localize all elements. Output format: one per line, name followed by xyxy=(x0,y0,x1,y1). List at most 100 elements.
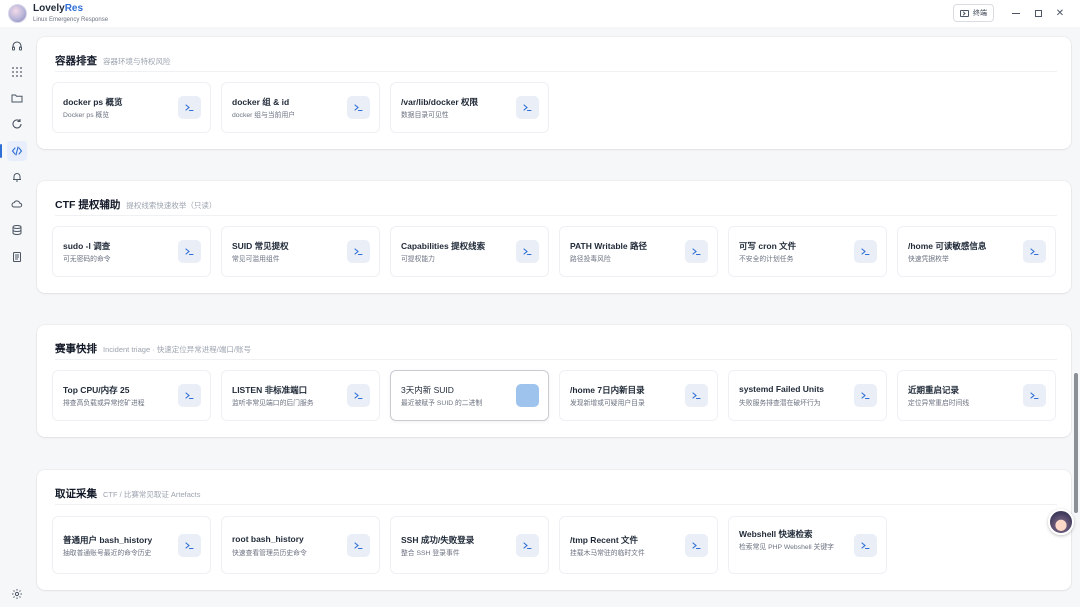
run-button[interactable] xyxy=(1023,240,1046,263)
sidebar-item-settings[interactable] xyxy=(7,584,27,604)
run-button[interactable] xyxy=(516,96,539,119)
card-title: sudo -l 调查 xyxy=(63,241,111,251)
card-listen-ports[interactable]: LISTEN 非标准端口 监听非常见端口的后门服务 xyxy=(221,370,380,421)
card-systemd-failed[interactable]: systemd Failed Units 失败服务排查潜在破坏行为 xyxy=(728,370,887,421)
sidebar-item-apps[interactable] xyxy=(7,62,27,82)
section-title: 取证采集 xyxy=(55,488,97,500)
app-subtitle: Linux Emergency Response xyxy=(33,17,109,23)
section-header: CTF 提权辅助 提权线索快速枚举（只读） xyxy=(55,197,216,212)
card-title: docker ps 概览 xyxy=(63,97,123,107)
terminal-prompt-icon xyxy=(692,248,701,256)
run-button[interactable] xyxy=(685,240,708,263)
card-docker-dir-perm[interactable]: /var/lib/docker 权限 数据目录可见性 xyxy=(390,82,549,133)
card-desc: 整合 SSH 登录事件 xyxy=(401,550,460,557)
card-ssh-logins[interactable]: SSH 成功/失败登录 整合 SSH 登录事件 xyxy=(390,516,549,574)
terminal-prompt-icon xyxy=(354,248,363,256)
card-home-new-dirs[interactable]: /home 7日内新目录 发现新增或可疑用户目录 xyxy=(559,370,718,421)
section-header: 取证采集 CTF / 比赛常见取证 Artefacts xyxy=(55,486,201,501)
section-subtitle: CTF / 比赛常见取证 Artefacts xyxy=(103,490,201,499)
terminal-prompt-icon xyxy=(861,542,870,550)
card-tmp-recent[interactable]: /tmp Recent 文件 挂载木马常驻的临时文件 xyxy=(559,516,718,574)
terminal-icon xyxy=(960,9,969,17)
run-button[interactable] xyxy=(1023,384,1046,407)
card-docker-group[interactable]: docker 组 & id docker 组与当前用户 xyxy=(221,82,380,133)
card-path-writable[interactable]: PATH Writable 路径 路径投毒风险 xyxy=(559,226,718,277)
terminal-prompt-icon xyxy=(185,248,194,256)
card-desc: 排查高负载或异常挖矿进程 xyxy=(63,400,145,407)
sidebar-item-listen[interactable] xyxy=(7,36,27,56)
card-title: Top CPU/内存 25 xyxy=(63,385,130,395)
sidebar-item-logs[interactable] xyxy=(7,247,27,267)
run-button[interactable] xyxy=(347,96,370,119)
terminal-prompt-icon xyxy=(185,542,194,550)
database-icon xyxy=(12,225,22,235)
card-desc: 可提权能力 xyxy=(401,256,435,263)
card-webshell-search[interactable]: Webshell 快速检索 检索常见 PHP Webshell 关键字 xyxy=(728,516,887,574)
card-sudo-l[interactable]: sudo -l 调查 可无密码的命令 xyxy=(52,226,211,277)
card-title: SUID 常见提权 xyxy=(232,241,289,251)
card-title: Capabilities 提权线索 xyxy=(401,241,486,251)
run-button[interactable] xyxy=(178,384,201,407)
run-button[interactable] xyxy=(854,534,877,557)
scrollbar-thumb[interactable] xyxy=(1074,373,1078,513)
card-title: SSH 成功/失败登录 xyxy=(401,535,475,545)
app-name: LovelyRes xyxy=(33,3,83,14)
run-button[interactable] xyxy=(178,240,201,263)
section-subtitle: 容器环境与特权风险 xyxy=(103,57,171,66)
gear-icon xyxy=(12,589,22,599)
run-button[interactable] xyxy=(178,96,201,119)
close-button[interactable]: ✕ xyxy=(1053,6,1067,20)
run-button[interactable] xyxy=(178,534,201,557)
run-button[interactable] xyxy=(685,534,708,557)
title-bar: LovelyRes Linux Emergency Response 终端 ✕ xyxy=(0,0,1080,27)
terminal-prompt-icon xyxy=(354,542,363,550)
app-name-accent: Res xyxy=(64,3,84,14)
sidebar-item-database[interactable] xyxy=(7,220,27,240)
run-button[interactable] xyxy=(516,534,539,557)
card-new-suid[interactable]: 3天内新 SUID 最近被赋予 SUID 的二进制 xyxy=(390,370,549,421)
card-title: /home 可读敏感信息 xyxy=(908,241,987,251)
run-button[interactable] xyxy=(685,384,708,407)
terminal-prompt-icon xyxy=(354,104,363,112)
card-root-bash-history[interactable]: root bash_history 快速查看管理员历史命令 xyxy=(221,516,380,574)
run-button[interactable] xyxy=(854,384,877,407)
terminal-prompt-icon xyxy=(692,542,701,550)
card-writable-cron[interactable]: 可写 cron 文件 不安全的计划任务 xyxy=(728,226,887,277)
run-button[interactable] xyxy=(347,384,370,407)
run-button[interactable] xyxy=(347,534,370,557)
run-button[interactable] xyxy=(516,240,539,263)
section-title: CTF 提权辅助 xyxy=(55,199,121,211)
minimize-button[interactable] xyxy=(1009,6,1023,20)
sidebar-item-files[interactable] xyxy=(7,88,27,108)
card-home-sensitive[interactable]: /home 可读敏感信息 快速凭据枚举 xyxy=(897,226,1056,277)
card-recent-reboots[interactable]: 近期重启记录 定位异常重启时间线 xyxy=(897,370,1056,421)
sidebar-item-cloud[interactable] xyxy=(7,194,27,214)
card-title: Webshell 快速检索 xyxy=(739,529,813,539)
maximize-icon xyxy=(1034,9,1042,17)
run-button[interactable] xyxy=(516,384,539,407)
run-button[interactable] xyxy=(347,240,370,263)
card-capabilities[interactable]: Capabilities 提权线索 可提权能力 xyxy=(390,226,549,277)
terminal-prompt-icon xyxy=(523,542,532,550)
maximize-button[interactable] xyxy=(1031,6,1045,20)
sidebar-item-sync[interactable] xyxy=(7,114,27,134)
assistant-avatar[interactable] xyxy=(1048,509,1074,535)
sidebar-item-code[interactable] xyxy=(0,141,27,161)
terminal-label: 终端 xyxy=(973,10,987,17)
card-top-cpu[interactable]: Top CPU/内存 25 排查高负载或异常挖矿进程 xyxy=(52,370,211,421)
sidebar-item-alerts[interactable] xyxy=(7,167,27,187)
run-button[interactable] xyxy=(854,240,877,263)
card-user-bash-history[interactable]: 普通用户 bash_history 抽取普通账号最近的命令历史 xyxy=(52,516,211,574)
card-docker-ps[interactable]: docker ps 概览 Docker ps 概览 xyxy=(52,82,211,133)
terminal-button[interactable]: 终端 xyxy=(953,4,994,22)
card-desc: 抽取普通账号最近的命令历史 xyxy=(63,550,152,557)
card-desc: Docker ps 概览 xyxy=(63,112,110,119)
terminal-prompt-icon xyxy=(861,392,870,400)
card-desc: 最近被赋予 SUID 的二进制 xyxy=(401,400,483,407)
card-title: 可写 cron 文件 xyxy=(739,241,797,251)
terminal-prompt-icon xyxy=(1030,248,1039,256)
card-title: 普通用户 bash_history xyxy=(63,535,153,545)
section-forensics: 取证采集 CTF / 比赛常见取证 Artefacts 普通用户 bash_hi… xyxy=(37,470,1071,590)
card-suid[interactable]: SUID 常见提权 常见可滥用组件 xyxy=(221,226,380,277)
section-divider xyxy=(55,215,1057,216)
